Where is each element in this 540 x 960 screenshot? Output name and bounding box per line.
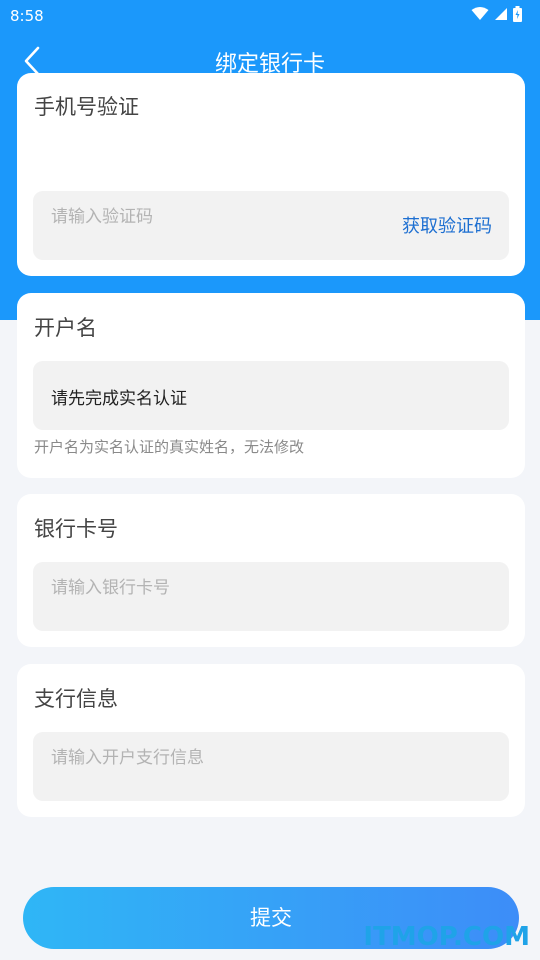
status-icons xyxy=(471,6,522,22)
battery-icon xyxy=(513,6,522,22)
branch-field xyxy=(33,723,509,801)
account-name-hint: 开户名为实名认证的真实姓名，无法修改 xyxy=(34,438,305,456)
account-name-label: 开户名 xyxy=(34,316,97,340)
account-name-field: 请先完成实名认证 xyxy=(33,361,509,430)
bank-card-field xyxy=(33,553,509,631)
status-time: 8:58 xyxy=(10,7,44,25)
phone-verify-card: 手机号验证 获取验证码 xyxy=(17,73,525,276)
status-bar: 8:58 xyxy=(0,0,540,32)
branch-card: 支行信息 xyxy=(17,664,525,817)
watermark: ITMOP.COM xyxy=(363,922,530,952)
code-input[interactable] xyxy=(51,182,381,251)
branch-input[interactable] xyxy=(51,723,381,792)
account-name-value: 请先完成实名认证 xyxy=(51,389,187,409)
wifi-icon xyxy=(471,7,489,20)
bank-card-card: 银行卡号 xyxy=(17,494,525,647)
branch-label: 支行信息 xyxy=(34,687,118,711)
account-name-card: 开户名 请先完成实名认证 开户名为实名认证的真实姓名，无法修改 xyxy=(17,293,525,478)
signal-icon xyxy=(495,8,507,20)
bank-card-label: 银行卡号 xyxy=(34,517,118,541)
code-field: 获取验证码 xyxy=(33,182,509,260)
bank-card-input[interactable] xyxy=(51,553,381,622)
phone-verify-label: 手机号验证 xyxy=(34,95,139,119)
get-code-button[interactable]: 获取验证码 xyxy=(402,212,492,238)
